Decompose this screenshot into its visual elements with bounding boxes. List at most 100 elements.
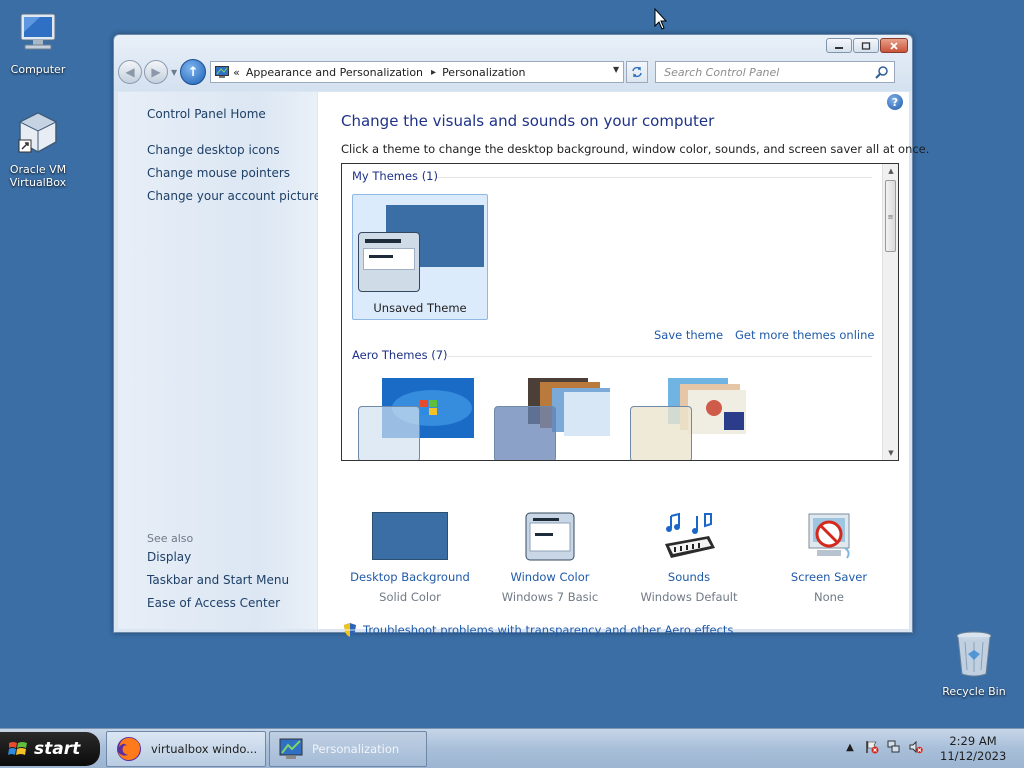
help-icon[interactable]: ? xyxy=(887,94,903,110)
sounds-icon xyxy=(651,512,727,562)
desktop-background-item[interactable]: Desktop Background Solid Color xyxy=(340,512,480,604)
minimize-button[interactable] xyxy=(826,38,852,53)
search-placeholder: Search Control Panel xyxy=(664,65,780,79)
computer-icon xyxy=(0,10,76,59)
change-account-picture-link[interactable]: Change your account picture xyxy=(147,189,321,203)
search-box[interactable]: Search Control Panel xyxy=(655,61,896,83)
theme-glass-preview xyxy=(630,406,692,460)
action-center-flag-icon[interactable] xyxy=(864,739,880,755)
refresh-icon xyxy=(632,66,642,78)
screen-saver-value: None xyxy=(813,590,844,604)
theme-tile-windows7[interactable] xyxy=(352,378,482,460)
sounds-item[interactable]: Sounds Windows Default xyxy=(619,512,759,604)
change-desktop-icons-link[interactable]: Change desktop icons xyxy=(147,143,280,157)
scroll-down-icon[interactable]: ▼ xyxy=(883,446,898,460)
window-color-item[interactable]: Window Color Windows 7 Basic xyxy=(480,512,620,604)
theme-glass-preview xyxy=(358,406,420,460)
sounds-link[interactable]: Sounds xyxy=(619,570,759,584)
window-color-link[interactable]: Window Color xyxy=(480,570,620,584)
theme-tile-architecture[interactable] xyxy=(488,378,618,460)
start-label: start xyxy=(34,739,81,759)
maximize-icon xyxy=(861,41,871,50)
breadcrumb-personalization[interactable]: Personalization xyxy=(442,66,525,79)
back-button[interactable]: ◀ xyxy=(118,60,142,84)
theme-list-scrollbar[interactable]: ▲ ≡ ▼ xyxy=(882,164,898,460)
ease-of-access-link[interactable]: Ease of Access Center xyxy=(147,596,280,610)
display-link[interactable]: Display xyxy=(147,550,191,564)
page-description: Click a theme to change the desktop back… xyxy=(341,142,930,156)
address-dropdown-icon[interactable]: ▼ xyxy=(613,65,619,74)
desktop-icon-computer[interactable]: Computer xyxy=(0,10,76,76)
troubleshoot-link[interactable]: Troubleshoot problems with transparency … xyxy=(363,623,733,637)
breadcrumb-separator-icon[interactable]: ▸ xyxy=(431,67,436,78)
aero-themes-header[interactable]: Aero Themes (7) xyxy=(352,348,448,362)
group-divider xyxy=(446,356,872,357)
security-shield-icon xyxy=(344,623,356,637)
up-button[interactable]: ↑ xyxy=(180,59,207,85)
forward-arrow-icon: ▶ xyxy=(151,65,161,79)
theme-list[interactable]: My Themes (1) Unsaved Theme Save theme G… xyxy=(341,163,899,461)
scroll-up-icon[interactable]: ▲ xyxy=(883,164,898,178)
task-label: virtualbox windo... xyxy=(151,742,258,756)
windows-logo-icon xyxy=(8,742,27,755)
desktop-icon-label: Computer xyxy=(10,63,66,76)
screen-saver-link[interactable]: Screen Saver xyxy=(759,570,899,584)
breadcrumb-appearance[interactable]: Appearance and Personalization xyxy=(246,66,423,79)
scroll-thumb[interactable]: ≡ xyxy=(885,180,896,252)
page-title: Change the visuals and sounds on your co… xyxy=(341,112,715,130)
control-panel-icon xyxy=(215,66,230,78)
my-themes-header[interactable]: My Themes (1) xyxy=(352,169,438,183)
group-divider xyxy=(438,177,872,178)
close-icon xyxy=(890,41,898,50)
desktop-background-link[interactable]: Desktop Background xyxy=(340,570,480,584)
desktop-background-value: Solid Color xyxy=(379,590,441,604)
personalization-window: ◀ ▶ ▼ ↑ « Appearance and Personalization… xyxy=(113,34,929,637)
sounds-value: Windows Default xyxy=(640,590,738,604)
taskbar-button-firefox[interactable]: virtualbox windo... xyxy=(106,731,266,767)
start-button[interactable]: start xyxy=(0,732,100,766)
refresh-button[interactable] xyxy=(626,61,649,83)
clock-time: 2:29 AM xyxy=(949,734,997,748)
show-hidden-icons-icon[interactable]: ▲ xyxy=(842,739,858,755)
window-color-icon xyxy=(512,512,588,562)
close-button[interactable] xyxy=(880,38,908,53)
navigation-bar: ◀ ▶ ▼ ↑ « Appearance and Personalization… xyxy=(118,59,908,85)
system-tray: ▲ xyxy=(842,739,924,755)
maximize-button[interactable] xyxy=(853,38,879,53)
troubleshoot-aero[interactable]: Troubleshoot problems with transparency … xyxy=(343,622,733,638)
search-icon[interactable] xyxy=(875,65,889,79)
personalization-icon xyxy=(279,738,303,759)
desktop-icon-virtualbox[interactable]: Oracle VM VirtualBox xyxy=(0,110,76,189)
theme-preview-window xyxy=(358,232,420,292)
save-theme-link[interactable]: Save theme xyxy=(654,328,723,342)
theme-tile-characters[interactable] xyxy=(624,378,754,460)
desktop-icon-label: Recycle Bin xyxy=(942,685,1006,698)
back-arrow-icon: ◀ xyxy=(125,65,135,79)
desktop-icon-recycle-bin[interactable]: Recycle Bin xyxy=(936,630,1012,698)
desktop-icon-label-line1: Oracle VM xyxy=(9,163,67,176)
main-content: ? Change the visuals and sounds on your … xyxy=(318,92,929,637)
taskbar-button-personalization[interactable]: Personalization xyxy=(269,731,427,767)
clock[interactable]: 2:29 AM 11/12/2023 xyxy=(940,734,1006,764)
taskbar-start-menu-link[interactable]: Taskbar and Start Menu xyxy=(147,573,289,587)
caption-buttons xyxy=(826,38,908,53)
desktop-icon-label: Oracle VM VirtualBox xyxy=(0,163,76,189)
firefox-icon xyxy=(117,737,141,761)
theme-glass-preview xyxy=(494,406,556,460)
recent-pages-dropdown[interactable]: ▼ xyxy=(171,68,177,77)
breadcrumb-overflow[interactable]: « xyxy=(233,66,240,79)
forward-button[interactable]: ▶ xyxy=(144,60,168,84)
network-icon[interactable] xyxy=(886,739,902,755)
screen-saver-item[interactable]: Screen Saver None xyxy=(759,512,899,604)
change-mouse-pointers-link[interactable]: Change mouse pointers xyxy=(147,166,290,180)
address-bar[interactable]: « Appearance and Personalization ▸ Perso… xyxy=(210,61,625,83)
virtualbox-icon xyxy=(0,110,76,159)
volume-muted-icon[interactable] xyxy=(908,739,924,755)
theme-tile-unsaved[interactable]: Unsaved Theme xyxy=(352,194,488,320)
control-panel-home-link[interactable]: Control Panel Home xyxy=(147,107,266,121)
recycle-bin-icon xyxy=(936,630,1012,681)
task-label: Personalization xyxy=(312,742,400,756)
desktop-background-icon xyxy=(372,512,448,562)
get-more-themes-link[interactable]: Get more themes online xyxy=(735,328,874,342)
theme-name: Unsaved Theme xyxy=(373,301,467,315)
